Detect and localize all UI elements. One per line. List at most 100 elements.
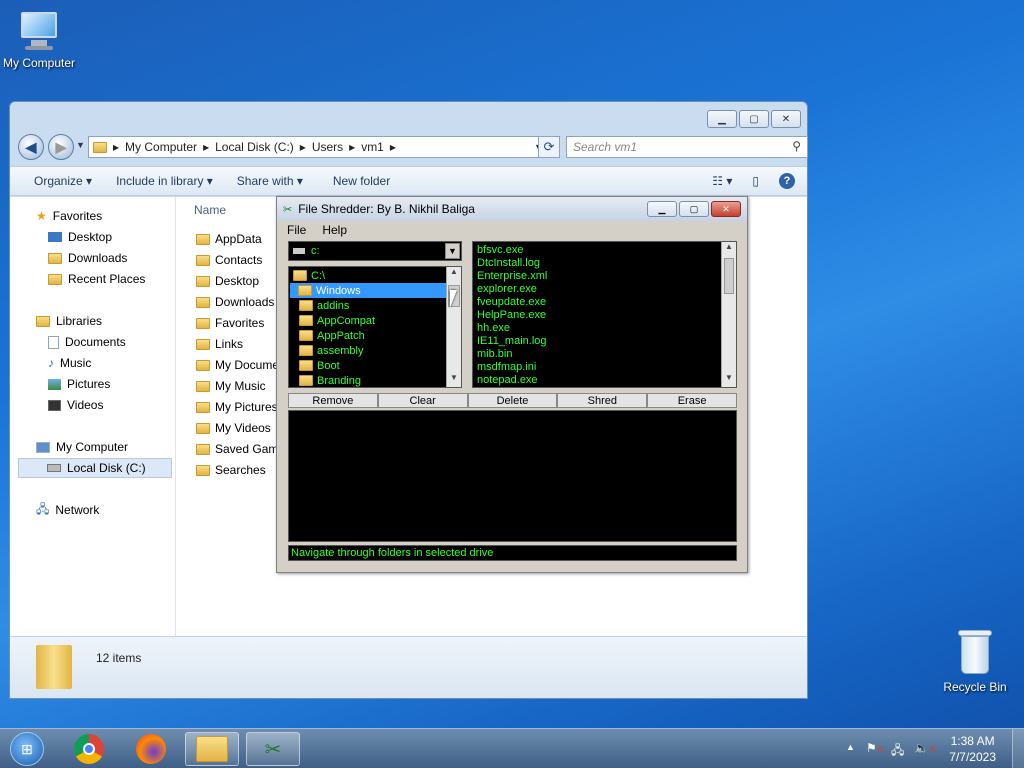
tree-item[interactable]: C:\ xyxy=(293,268,325,283)
list-item[interactable]: Contacts xyxy=(196,250,262,270)
list-item[interactable]: My Docume xyxy=(196,355,279,375)
history-dropdown-icon[interactable]: ▼ xyxy=(76,140,85,150)
close-button[interactable]: ✕ xyxy=(771,110,801,128)
nav-desktop[interactable]: Desktop xyxy=(48,227,112,247)
system-clock[interactable]: 1:38 AM 7/7/2023 xyxy=(949,733,996,765)
nav-recent-places[interactable]: Recent Places xyxy=(48,269,145,289)
file-listbox[interactable]: bfsvc.exe DtcInstall.log Enterprise.xml … xyxy=(472,241,737,388)
list-item[interactable]: Favorites xyxy=(196,313,264,333)
list-item[interactable]: Links xyxy=(196,334,243,354)
include-in-library-button[interactable]: Include in library ▾ xyxy=(116,174,213,188)
list-item[interactable]: My Videos xyxy=(196,418,271,438)
remove-button[interactable]: Remove xyxy=(288,393,378,408)
file-item[interactable]: Enterprise.xml xyxy=(477,270,547,283)
organize-button[interactable]: Organize ▾ xyxy=(34,174,92,188)
nav-music[interactable]: ♪ Music xyxy=(48,353,91,373)
shred-button[interactable]: Shred xyxy=(557,393,648,408)
file-item[interactable]: mib.bin xyxy=(477,348,512,361)
chevron-down-icon[interactable]: ▼ xyxy=(445,243,460,259)
shredder-maximize-button[interactable]: ▢ xyxy=(679,201,709,217)
file-item[interactable]: msdfmap.ini xyxy=(477,361,536,374)
drive-select[interactable]: c: ▼ xyxy=(288,241,462,261)
maximize-button[interactable]: ▢ xyxy=(739,110,769,128)
file-item[interactable]: notepad.exe xyxy=(477,374,538,387)
scroll-thumb[interactable] xyxy=(724,258,734,294)
new-folder-button[interactable]: New folder xyxy=(333,174,390,188)
nav-favorites[interactable]: ★ Favorites xyxy=(36,206,102,226)
volume-icon[interactable]: 🔈✕ xyxy=(914,741,937,755)
chrome-taskbar-button[interactable] xyxy=(62,732,116,766)
tree-item[interactable]: AppCompat xyxy=(299,313,375,328)
start-button[interactable]: ⊞ xyxy=(0,732,54,766)
nav-documents[interactable]: Documents xyxy=(48,332,126,352)
scroll-down-icon[interactable]: ▼ xyxy=(722,373,736,387)
clear-button[interactable]: Clear xyxy=(377,393,468,408)
shredder-close-button[interactable]: ✕ xyxy=(711,201,741,217)
nav-pictures[interactable]: Pictures xyxy=(48,374,110,394)
tree-item-selected[interactable]: Windows xyxy=(290,283,446,298)
explorer-taskbar-button[interactable] xyxy=(185,732,239,766)
firefox-taskbar-button[interactable] xyxy=(124,732,178,766)
shredder-taskbar-button[interactable]: ✂ xyxy=(246,732,300,766)
tree-item[interactable]: assembly xyxy=(299,343,363,358)
refresh-icon[interactable]: ⟳ xyxy=(538,136,560,158)
files-scrollbar[interactable]: ▲ ▼ xyxy=(721,242,736,387)
nav-videos[interactable]: Videos xyxy=(48,395,103,415)
menu-help[interactable]: Help xyxy=(322,223,347,237)
address-bar[interactable]: ▸ My Computer ▸ Local Disk (C:) ▸ Users … xyxy=(88,136,548,158)
breadcrumb-local-disk[interactable]: Local Disk (C:) xyxy=(215,140,294,154)
folder-icon xyxy=(196,275,210,287)
nav-libraries[interactable]: Libraries xyxy=(36,311,102,331)
file-item[interactable]: fveupdate.exe xyxy=(477,296,546,309)
file-item[interactable]: hh.exe xyxy=(477,322,510,335)
my-computer-desktop-icon[interactable]: My Computer xyxy=(0,10,84,70)
nav-my-computer[interactable]: My Computer xyxy=(36,437,128,457)
recycle-bin-desktop-icon[interactable]: Recycle Bin xyxy=(930,630,1020,694)
folder-tree[interactable]: C:\ Windows addins AppCompat AppPatch as… xyxy=(288,266,462,388)
network-tray-icon[interactable]: 🖧 xyxy=(891,741,904,762)
nav-local-disk[interactable]: Local Disk (C:) xyxy=(18,458,172,478)
breadcrumb-users[interactable]: Users xyxy=(312,140,343,154)
back-button[interactable]: ◀ xyxy=(18,134,44,160)
file-item[interactable]: IE11_main.log xyxy=(477,335,547,348)
list-item[interactable]: Saved Game xyxy=(196,439,285,459)
tree-item[interactable]: Branding xyxy=(299,373,361,387)
shredder-minimize-button[interactable]: ▁ xyxy=(647,201,677,217)
action-center-icon[interactable]: ⚑✕ xyxy=(866,741,884,755)
file-item[interactable]: bfsvc.exe xyxy=(477,244,523,257)
show-desktop-button[interactable] xyxy=(1012,729,1024,768)
preview-pane-icon[interactable]: ▯ xyxy=(752,174,759,188)
tree-scrollbar[interactable]: ▲ ▼ xyxy=(446,267,461,387)
list-item[interactable]: AppData xyxy=(196,229,262,249)
list-item[interactable]: My Pictures xyxy=(196,397,278,417)
share-with-button[interactable]: Share with ▾ xyxy=(237,174,303,188)
shred-queue-list[interactable] xyxy=(288,410,737,542)
list-item[interactable]: Downloads xyxy=(196,292,274,312)
minimize-button[interactable]: ▁ xyxy=(707,110,737,128)
scroll-up-icon[interactable]: ▲ xyxy=(722,242,736,256)
breadcrumb-my-computer[interactable]: My Computer xyxy=(125,140,197,154)
scroll-down-icon[interactable]: ▼ xyxy=(447,373,461,387)
list-item[interactable]: My Music xyxy=(196,376,266,396)
file-item[interactable]: DtcInstall.log xyxy=(477,257,540,270)
tree-item[interactable]: addins xyxy=(299,298,349,313)
scroll-up-icon[interactable]: ▲ xyxy=(447,267,461,281)
help-icon[interactable]: ? xyxy=(779,173,795,189)
nav-network[interactable]: 🖧 Network xyxy=(36,500,99,520)
forward-button[interactable]: ▶ xyxy=(48,134,74,160)
menu-file[interactable]: File xyxy=(287,223,306,237)
nav-downloads[interactable]: Downloads xyxy=(48,248,127,268)
breadcrumb-vm1[interactable]: vm1 xyxy=(361,140,384,154)
list-item[interactable]: Desktop xyxy=(196,271,259,291)
search-input[interactable]: Search vm1 ⚲ xyxy=(566,136,808,158)
tree-item[interactable]: Boot xyxy=(299,358,340,373)
name-column-header[interactable]: Name xyxy=(194,203,226,217)
show-hidden-icons[interactable]: ▲ xyxy=(846,742,855,752)
file-item[interactable]: HelpPane.exe xyxy=(477,309,546,322)
file-item[interactable]: explorer.exe xyxy=(477,283,537,296)
list-item[interactable]: Searches xyxy=(196,460,266,480)
delete-button[interactable]: Delete xyxy=(467,393,558,408)
view-options-icon[interactable]: ☷ ▾ xyxy=(712,174,732,188)
tree-item[interactable]: AppPatch xyxy=(299,328,365,343)
erase-button[interactable]: Erase xyxy=(647,393,737,408)
